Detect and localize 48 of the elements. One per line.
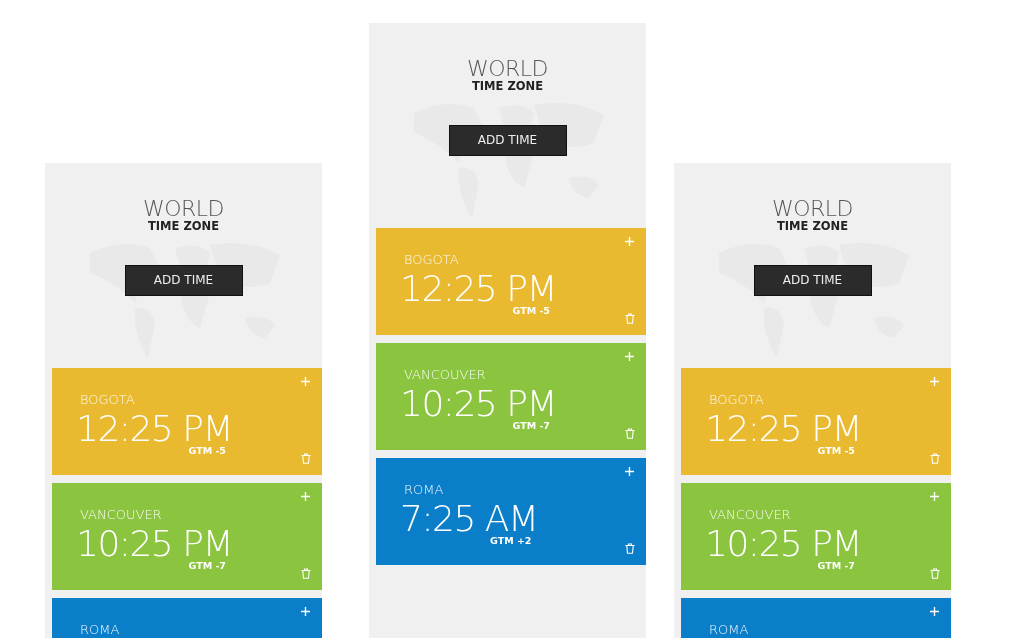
trash-icon[interactable] bbox=[301, 453, 311, 464]
utc-offset: GTM -5 bbox=[512, 305, 550, 317]
app-title: WORLD bbox=[142, 198, 225, 220]
plus-icon[interactable] bbox=[301, 377, 310, 386]
utc-offset: GTM -7 bbox=[188, 560, 226, 572]
trash-icon[interactable] bbox=[625, 313, 635, 324]
add-time-button[interactable]: ADD TIME bbox=[124, 264, 243, 296]
app-title: WORLD bbox=[771, 198, 854, 220]
add-time-button[interactable]: ADD TIME bbox=[753, 264, 872, 296]
plus-icon[interactable] bbox=[301, 492, 310, 501]
clock-time: 7:25 AM bbox=[400, 499, 538, 535]
plus-icon[interactable] bbox=[930, 607, 939, 616]
city-name: VANCOUVER bbox=[709, 506, 791, 524]
city-name: VANCOUVER bbox=[404, 366, 486, 384]
city-name: ROMA bbox=[404, 481, 444, 499]
city-name: BOGOTA bbox=[80, 391, 135, 409]
utc-offset: GTM -5 bbox=[188, 445, 226, 457]
plus-icon[interactable] bbox=[625, 352, 634, 361]
utc-offset: GTM -7 bbox=[817, 560, 855, 572]
utc-offset: GTM +2 bbox=[490, 535, 532, 547]
trash-icon[interactable] bbox=[930, 568, 940, 579]
city-name: BOGOTA bbox=[404, 251, 459, 269]
plus-icon[interactable] bbox=[930, 492, 939, 501]
app-title: WORLD bbox=[466, 58, 549, 80]
plus-icon[interactable] bbox=[625, 467, 634, 476]
clock-time: 10:25 PM bbox=[76, 524, 232, 560]
clock-time: 10:25 PM bbox=[705, 524, 861, 560]
clock-time: 12:25 PM bbox=[76, 409, 232, 445]
utc-offset: GTM -5 bbox=[817, 445, 855, 457]
city-name: VANCOUVER bbox=[80, 506, 162, 524]
app-subtitle: TIME ZONE bbox=[148, 220, 219, 234]
add-time-button[interactable]: ADD TIME bbox=[448, 124, 567, 156]
city-name: BOGOTA bbox=[709, 391, 764, 409]
city-name: ROMA bbox=[80, 621, 120, 638]
trash-icon[interactable] bbox=[930, 453, 940, 464]
app-subtitle: TIME ZONE bbox=[777, 220, 848, 234]
app-subtitle: TIME ZONE bbox=[472, 80, 543, 94]
plus-icon[interactable] bbox=[930, 377, 939, 386]
plus-icon[interactable] bbox=[625, 237, 634, 246]
clock-time: 10:25 PM bbox=[400, 384, 556, 420]
clock-time: 12:25 PM bbox=[400, 269, 556, 305]
trash-icon[interactable] bbox=[301, 568, 311, 579]
trash-icon[interactable] bbox=[625, 543, 635, 554]
utc-offset: GTM -7 bbox=[512, 420, 550, 432]
city-name: ROMA bbox=[709, 621, 749, 638]
clock-time: 12:25 PM bbox=[705, 409, 861, 445]
trash-icon[interactable] bbox=[625, 428, 635, 439]
plus-icon[interactable] bbox=[301, 607, 310, 616]
